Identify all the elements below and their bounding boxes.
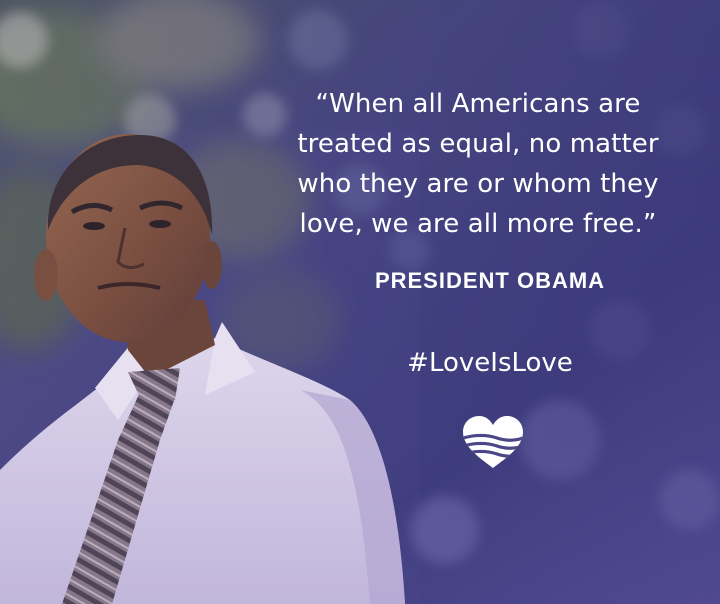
- quote-line: “When all Americans are: [315, 89, 641, 119]
- striped-heart-icon: [463, 416, 523, 468]
- quote-line: love, we are all more free.”: [299, 209, 657, 239]
- quote-graphic: “When all Americans are treated as equal…: [0, 0, 720, 604]
- quote-line: treated as equal, no matter: [297, 129, 659, 159]
- hashtag-text: #LoveIsLove: [407, 348, 573, 378]
- quote-line: who they are or whom they: [297, 169, 659, 199]
- quote-text: “When all Americans are treated as equal…: [262, 84, 694, 244]
- quote-attribution: PRESIDENT OBAMA: [374, 268, 606, 293]
